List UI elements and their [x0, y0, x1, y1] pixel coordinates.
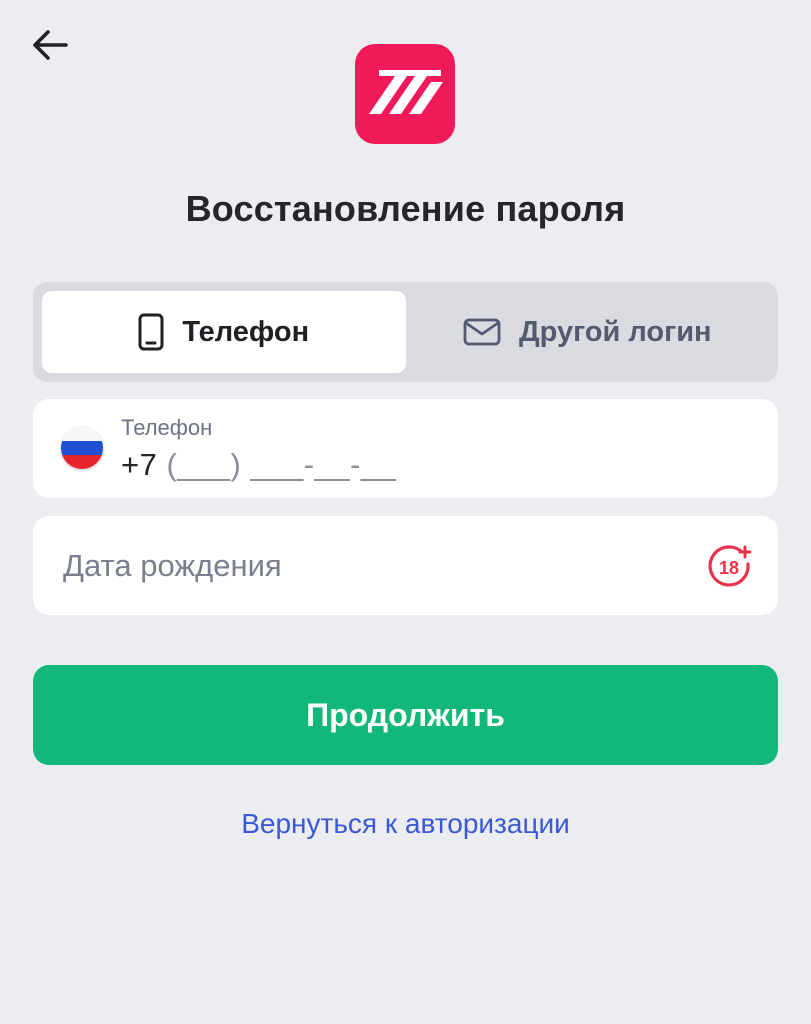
brand-logo-m-icon	[369, 70, 443, 114]
age-18-plus-icon: 18	[708, 545, 752, 587]
birthdate-placeholder: Дата рождения	[63, 548, 282, 583]
country-code: +7	[121, 447, 158, 482]
brand-logo	[355, 44, 455, 144]
russia-flag-icon[interactable]	[61, 427, 103, 469]
arrow-left-icon	[33, 30, 68, 60]
phone-icon	[138, 313, 164, 351]
mail-icon	[463, 318, 501, 346]
page-title: Восстановление пароля	[185, 188, 626, 229]
login-method-tabs: Телефон Другой логин	[33, 282, 778, 382]
back-to-login-link[interactable]: Вернуться к авторизации	[0, 808, 811, 840]
svg-text:18: 18	[719, 558, 739, 578]
phone-field-label: Телефон	[121, 415, 213, 440]
birthdate-field[interactable]: Дата рождения 18	[33, 516, 778, 615]
password-recovery-screen: Восстановление пароля Телефон Другой лог…	[0, 0, 811, 1024]
phone-field[interactable]: Телефон +7 (___) ___-__-__	[33, 399, 778, 498]
tab-other-login[interactable]: Другой логин	[406, 291, 770, 373]
phone-mask: (___) ___-__-__	[166, 447, 397, 482]
phone-input[interactable]: +7 (___) ___-__-__	[121, 447, 396, 483]
tab-phone-label: Телефон	[182, 315, 310, 348]
tab-phone[interactable]: Телефон	[42, 291, 406, 373]
continue-button[interactable]: Продолжить	[33, 665, 778, 765]
tab-other-login-label: Другой логин	[518, 315, 712, 348]
back-button[interactable]	[28, 26, 72, 64]
